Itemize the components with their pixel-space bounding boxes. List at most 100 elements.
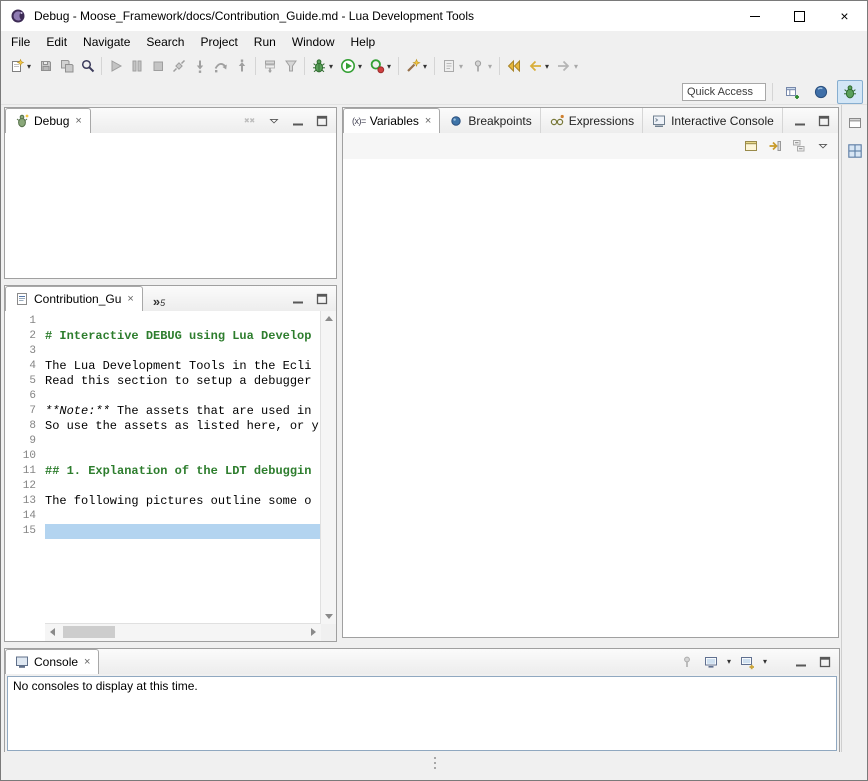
close-icon[interactable]: × bbox=[425, 116, 431, 127]
dropdown-caret-icon[interactable]: ▾ bbox=[572, 62, 580, 71]
menu-window[interactable]: Window bbox=[284, 32, 343, 52]
view-menu-button[interactable] bbox=[264, 111, 284, 131]
search-button[interactable] bbox=[77, 54, 98, 78]
dropdown-caret-icon[interactable]: ▾ bbox=[385, 62, 393, 71]
open-task-button[interactable]: ▾ bbox=[438, 54, 467, 78]
dropdown-caret-icon[interactable]: ▾ bbox=[457, 62, 465, 71]
code-line[interactable]: Read this section to setup a debugger bbox=[45, 374, 321, 389]
forward-button[interactable]: ▾ bbox=[553, 54, 582, 78]
tab-breakpoints[interactable]: Breakpoints bbox=[440, 108, 540, 133]
hidden-editors-chevron[interactable]: » 5 bbox=[143, 286, 169, 311]
dropdown-caret-icon[interactable]: ▾ bbox=[356, 62, 364, 71]
close-icon[interactable]: × bbox=[84, 657, 90, 668]
code-line[interactable]: The Lua Development Tools in the Ecli bbox=[45, 359, 321, 374]
new-wizard-button[interactable]: ▾ bbox=[6, 54, 35, 78]
debug-button[interactable]: ▾ bbox=[308, 54, 337, 78]
horizontal-scrollbar[interactable] bbox=[45, 623, 321, 641]
maximize-view-button[interactable] bbox=[312, 111, 332, 131]
minimize-view-button[interactable] bbox=[791, 652, 811, 672]
restore-outline-view-button[interactable] bbox=[845, 141, 865, 161]
menu-navigate[interactable]: Navigate bbox=[75, 32, 138, 52]
menu-file[interactable]: File bbox=[3, 32, 38, 52]
code-line[interactable] bbox=[45, 344, 321, 359]
scroll-down-icon[interactable] bbox=[325, 614, 333, 619]
save-all-button[interactable] bbox=[56, 54, 77, 78]
disconnect-button[interactable] bbox=[168, 54, 189, 78]
step-into-button[interactable] bbox=[189, 54, 210, 78]
menu-run[interactable]: Run bbox=[246, 32, 284, 52]
code-line[interactable] bbox=[45, 314, 321, 329]
tab-interactive-console[interactable]: Interactive Console bbox=[643, 108, 783, 133]
restore-view-button[interactable] bbox=[845, 113, 865, 133]
code-line[interactable]: ## 1. Explanation of the LDT debuggin bbox=[45, 464, 321, 479]
code-line[interactable] bbox=[45, 509, 321, 524]
editor-code[interactable]: # Interactive DEBUG using Lua Develop The… bbox=[45, 311, 321, 624]
step-return-button[interactable] bbox=[231, 54, 252, 78]
view-menu-button[interactable] bbox=[813, 136, 833, 156]
console-output[interactable]: No consoles to display at this time. bbox=[7, 676, 837, 751]
maximize-window-button[interactable] bbox=[777, 1, 822, 31]
title-bar[interactable]: Debug - Moose_Framework/docs/Contributio… bbox=[1, 1, 867, 31]
dropdown-caret-icon[interactable]: ▾ bbox=[761, 657, 769, 666]
dropdown-caret-icon[interactable]: ▾ bbox=[25, 62, 33, 71]
coverage-button[interactable]: ▾ bbox=[366, 54, 395, 78]
dropdown-caret-icon[interactable]: ▾ bbox=[327, 62, 335, 71]
splitter-grip[interactable] bbox=[434, 757, 436, 759]
code-line[interactable] bbox=[45, 434, 321, 449]
dropdown-caret-icon[interactable]: ▾ bbox=[486, 62, 494, 71]
tab-debug[interactable]: Debug × bbox=[5, 108, 91, 134]
minimize-view-button[interactable] bbox=[790, 111, 810, 131]
scrollbar-thumb[interactable] bbox=[63, 626, 115, 638]
code-line[interactable]: So use the assets as listed here, or y bbox=[45, 419, 321, 434]
add-variable-button[interactable] bbox=[765, 136, 785, 156]
menu-project[interactable]: Project bbox=[192, 32, 245, 52]
dropdown-caret-icon[interactable]: ▾ bbox=[725, 657, 733, 666]
code-line[interactable] bbox=[45, 524, 321, 539]
debug-view-content[interactable] bbox=[5, 133, 336, 278]
scroll-up-icon[interactable] bbox=[325, 316, 333, 321]
remove-all-terminated-button[interactable] bbox=[240, 111, 260, 131]
tab-expressions[interactable]: Expressions bbox=[541, 108, 643, 133]
last-edit-location-button[interactable] bbox=[503, 54, 524, 78]
terminate-button[interactable] bbox=[147, 54, 168, 78]
maximize-view-button[interactable] bbox=[814, 111, 834, 131]
scroll-right-icon[interactable] bbox=[311, 628, 316, 636]
back-button[interactable]: ▾ bbox=[524, 54, 553, 78]
scroll-left-icon[interactable] bbox=[50, 628, 55, 636]
code-line[interactable]: # Interactive DEBUG using Lua Develop bbox=[45, 329, 321, 344]
open-console-button[interactable] bbox=[737, 652, 757, 672]
code-line[interactable]: **Note:** The assets that are used in bbox=[45, 404, 321, 419]
pin-console-button[interactable] bbox=[677, 652, 697, 672]
vertical-scrollbar[interactable] bbox=[320, 311, 336, 624]
close-icon[interactable]: × bbox=[75, 116, 81, 127]
menu-edit[interactable]: Edit bbox=[38, 32, 75, 52]
minimize-window-button[interactable] bbox=[732, 1, 777, 31]
suspend-button[interactable] bbox=[126, 54, 147, 78]
minimize-view-button[interactable] bbox=[288, 289, 308, 309]
use-step-filters-button[interactable] bbox=[280, 54, 301, 78]
display-selected-console-button[interactable] bbox=[701, 652, 721, 672]
menu-help[interactable]: Help bbox=[343, 32, 384, 52]
quick-access-input[interactable] bbox=[682, 83, 766, 101]
code-line[interactable] bbox=[45, 389, 321, 404]
ldt-perspective-button[interactable] bbox=[808, 80, 834, 104]
resume-button[interactable] bbox=[105, 54, 126, 78]
show-detail-pane-button[interactable] bbox=[741, 136, 761, 156]
maximize-view-button[interactable] bbox=[312, 289, 332, 309]
editor-gutter[interactable]: 123456789101112131415 bbox=[5, 311, 45, 624]
run-button[interactable]: ▾ bbox=[337, 54, 366, 78]
open-perspective-button[interactable] bbox=[779, 80, 805, 104]
tab-console[interactable]: Console × bbox=[5, 649, 99, 675]
external-tools-button[interactable]: ▾ bbox=[402, 54, 431, 78]
collapse-all-button[interactable] bbox=[789, 136, 809, 156]
code-line[interactable]: The following pictures outline some o bbox=[45, 494, 321, 509]
code-line[interactable] bbox=[45, 449, 321, 464]
tab-contribution-guide[interactable]: Contribution_Gu × bbox=[5, 286, 143, 312]
save-button[interactable] bbox=[35, 54, 56, 78]
variables-view-content[interactable] bbox=[343, 159, 838, 637]
debug-perspective-button[interactable] bbox=[837, 80, 863, 104]
drop-to-frame-button[interactable] bbox=[259, 54, 280, 78]
menu-search[interactable]: Search bbox=[138, 32, 192, 52]
code-line[interactable] bbox=[45, 479, 321, 494]
close-window-button[interactable]: × bbox=[822, 1, 867, 31]
